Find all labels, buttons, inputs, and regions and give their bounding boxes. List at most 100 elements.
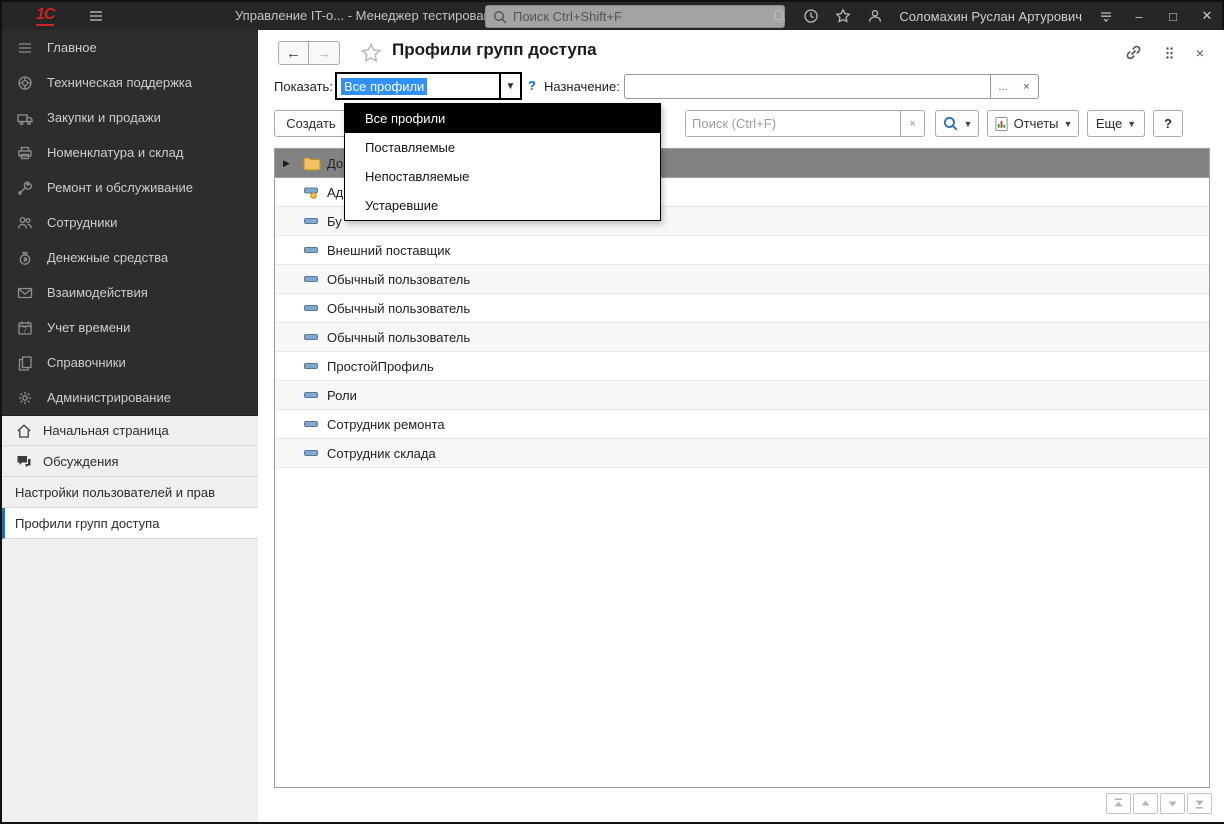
main-content: ← → Профили групп доступа × Показать: Вс… — [260, 30, 1224, 822]
dropdown-option[interactable]: Все профили — [345, 104, 660, 133]
notifications-bell-icon[interactable] — [771, 8, 787, 24]
go-first-button[interactable] — [1106, 793, 1131, 814]
sidebar-item[interactable]: Главное — [2, 30, 258, 65]
sidebar-item[interactable]: Денежные средства — [2, 240, 258, 275]
show-filter-combobox[interactable]: Все профили ▼ — [335, 72, 522, 100]
1c-logo: 1С — [36, 6, 54, 26]
sidebar-item-label: Ремонт и обслуживание — [47, 180, 193, 195]
expand-triangle-icon[interactable]: ▶ — [283, 158, 297, 169]
table-row[interactable]: Обычный пользователь — [275, 294, 1209, 323]
create-button[interactable]: Создать — [274, 110, 348, 137]
reports-button[interactable]: Отчеты▼ — [987, 110, 1079, 137]
show-filter-dropdown: Все профилиПоставляемыеНепоставляемыеУст… — [344, 103, 661, 221]
table-row[interactable]: Обычный пользователь — [275, 265, 1209, 294]
global-search-input[interactable] — [513, 9, 778, 24]
favorites-star-icon[interactable] — [835, 8, 851, 24]
page-title: Профили групп доступа — [392, 40, 597, 60]
sidebar-item-label: Сотрудники — [47, 215, 117, 230]
table-row[interactable]: Сотрудник ремонта — [275, 410, 1209, 439]
app-window: 1С Управление IT-о... - Менеджер тестиро… — [0, 0, 1224, 824]
chat-icon — [15, 453, 32, 470]
combobox-dropdown-arrow-icon[interactable]: ▼ — [499, 74, 520, 98]
row-label: Роли — [327, 388, 357, 403]
row-label: Внешний поставщик — [327, 243, 450, 258]
dropdown-option[interactable]: Поставляемые — [345, 133, 660, 162]
forward-button[interactable]: → — [309, 41, 340, 65]
report-icon — [994, 116, 1009, 132]
sidebar-item-label: Техническая поддержка — [47, 75, 192, 90]
service-menu-icon[interactable] — [1098, 8, 1114, 24]
history-icon[interactable] — [803, 8, 819, 24]
table-row[interactable]: Сотрудник склада — [275, 439, 1209, 468]
profile-icon — [303, 301, 323, 315]
add-to-favorites-star-icon[interactable] — [360, 42, 382, 64]
find-button[interactable]: ▼ — [935, 110, 979, 137]
user-name[interactable]: Соломахин Руслан Артурович — [899, 9, 1082, 24]
list-search-box[interactable]: × — [685, 110, 925, 137]
go-last-button[interactable] — [1187, 793, 1212, 814]
sidebar-page-item[interactable]: Обсуждения — [2, 446, 258, 477]
sidebar-item[interactable]: Техническая поддержка — [2, 65, 258, 100]
sidebar-item[interactable]: 7 Учет времени — [2, 310, 258, 345]
profile-icon — [303, 243, 323, 257]
purpose-clear-button[interactable]: × — [1015, 74, 1039, 99]
user-icon[interactable] — [867, 8, 883, 24]
sidebar-page-label: Обсуждения — [43, 454, 119, 469]
gear-icon — [16, 389, 34, 407]
dropdown-option[interactable]: Устаревшие — [345, 191, 660, 220]
profile-icon — [303, 359, 323, 373]
folder-icon — [303, 156, 323, 171]
calendar-icon: 7 — [16, 319, 34, 337]
row-label: Обычный пользователь — [327, 272, 470, 287]
tools-icon — [16, 179, 34, 197]
table-row[interactable]: ПростойПрофиль — [275, 352, 1209, 381]
global-search-box[interactable] — [485, 5, 785, 28]
sidebar-page-item[interactable]: Настройки пользователей и прав — [2, 477, 258, 508]
sidebar-item[interactable]: Взаимодействия — [2, 275, 258, 310]
table-row[interactable]: Обычный пользователь — [275, 323, 1209, 352]
dropdown-option[interactable]: Непоставляемые — [345, 162, 660, 191]
back-button[interactable]: ← — [278, 41, 309, 65]
more-button[interactable]: Еще▼ — [1087, 110, 1145, 137]
purpose-input[interactable] — [624, 74, 990, 99]
list-search-clear-icon[interactable]: × — [900, 111, 924, 136]
minimize-button[interactable]: – — [1130, 9, 1148, 24]
sidebar-item-label: Денежные средства — [47, 250, 168, 265]
sidebar-item[interactable]: Закупки и продажи — [2, 100, 258, 135]
help-question-mark[interactable]: ? — [528, 78, 536, 93]
sidebar-item[interactable]: Ремонт и обслуживание — [2, 170, 258, 205]
lifebuoy-icon — [16, 74, 34, 92]
sidebar-item[interactable]: Администрирование — [2, 380, 258, 415]
close-window-button[interactable]: ✕ — [1198, 8, 1216, 24]
table-row[interactable]: Роли — [275, 381, 1209, 410]
list-search-input[interactable] — [686, 111, 900, 136]
people-icon — [16, 214, 34, 232]
purpose-select-button[interactable]: ... — [990, 74, 1016, 99]
sidebar-item-label: Учет времени — [47, 320, 130, 335]
table-row[interactable]: Внешний поставщик — [275, 236, 1209, 265]
main-menu-icon[interactable] — [88, 8, 104, 24]
row-label: Ад — [327, 185, 343, 200]
close-form-icon[interactable]: × — [1196, 45, 1204, 61]
row-label: ПростойПрофиль — [327, 359, 434, 374]
maximize-button[interactable]: □ — [1164, 9, 1182, 24]
sidebar-item[interactable]: Номенклатура и склад — [2, 135, 258, 170]
sidebar-page-item[interactable]: Начальная страница — [2, 415, 258, 446]
row-label: Сотрудник склада — [327, 446, 436, 461]
sidebar-item[interactable]: Сотрудники — [2, 205, 258, 240]
go-next-button[interactable] — [1160, 793, 1185, 814]
show-filter-label: Показать: — [274, 79, 333, 94]
row-label: Сотрудник ремонта — [327, 417, 445, 432]
search-icon — [942, 115, 959, 132]
profile-icon — [303, 446, 323, 460]
sidebar-item[interactable]: Справочники — [2, 345, 258, 380]
row-label: До — [327, 156, 343, 171]
go-prev-button[interactable] — [1133, 793, 1158, 814]
sidebar-page-item[interactable]: Профили групп доступа — [2, 508, 258, 539]
row-label: Обычный пользователь — [327, 301, 470, 316]
money-icon — [16, 249, 34, 267]
get-link-icon[interactable] — [1124, 43, 1143, 62]
help-button[interactable]: ? — [1153, 110, 1183, 137]
sidebar-item-label: Справочники — [47, 355, 126, 370]
more-dots-icon[interactable] — [1165, 46, 1174, 60]
